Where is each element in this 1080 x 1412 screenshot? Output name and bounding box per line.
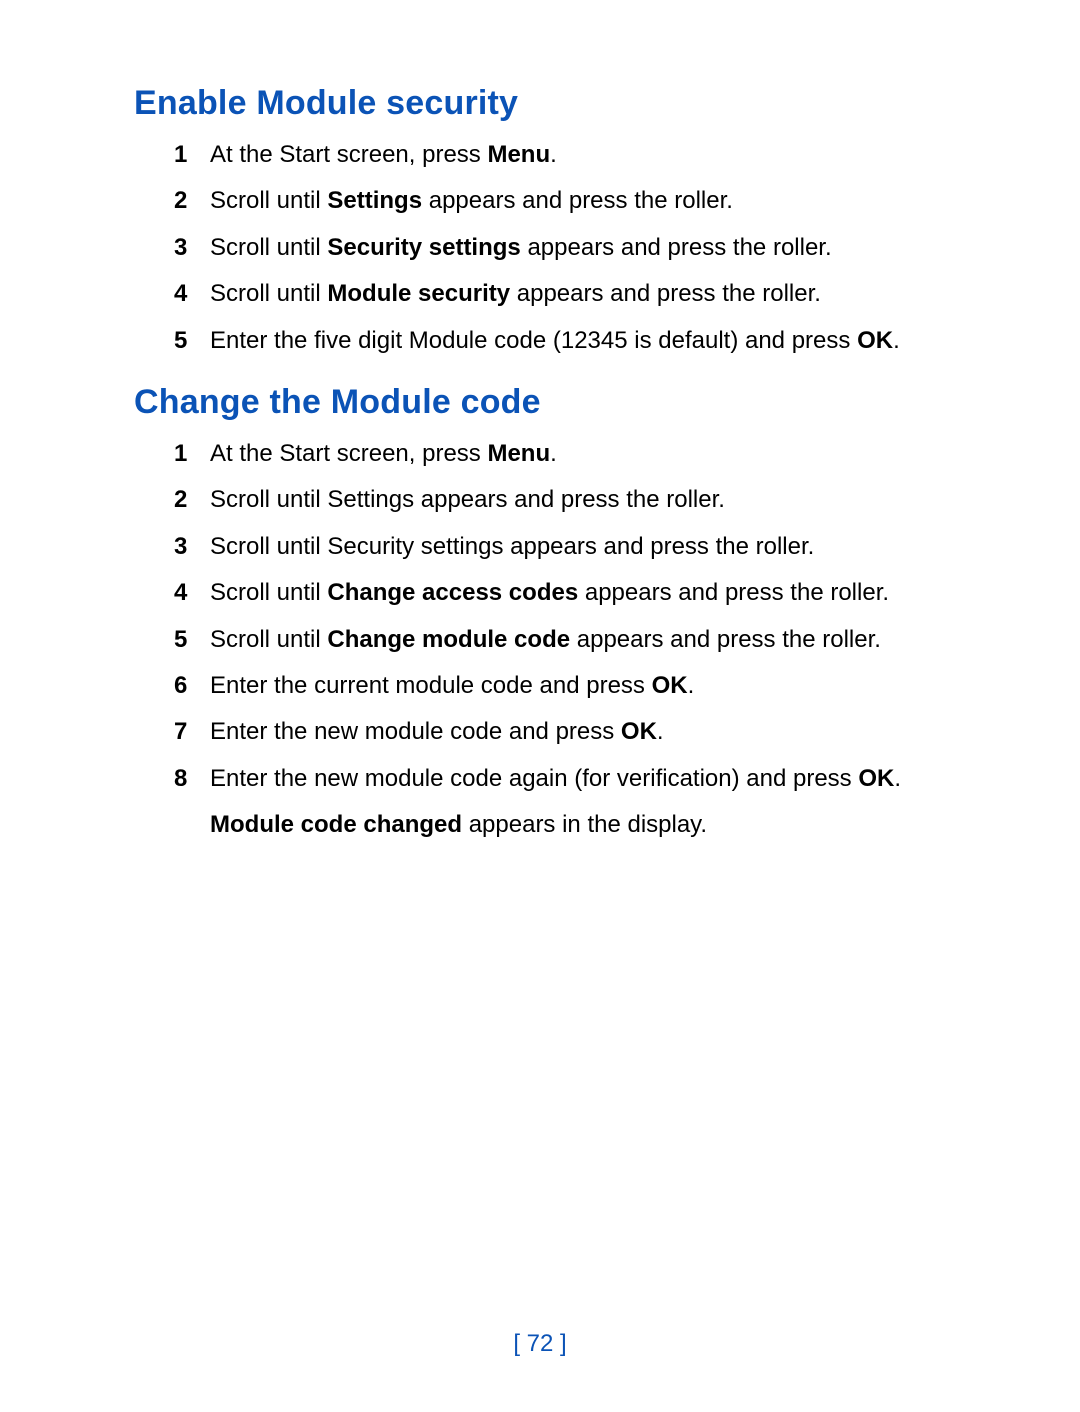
list-item: Enter the current module code and press … xyxy=(174,670,960,702)
step-text: Scroll until Module security appears and… xyxy=(210,280,821,307)
list-item: Scroll until Settings appears and press … xyxy=(174,484,960,516)
steps-change-module-code: At the Start screen, press Menu. Scroll … xyxy=(174,438,960,842)
step-text: Enter the current module code and press … xyxy=(210,672,694,699)
list-item: At the Start screen, press Menu. xyxy=(174,438,960,470)
step-text: Scroll until Change module code appears … xyxy=(210,626,881,653)
list-item: At the Start screen, press Menu. xyxy=(174,139,960,171)
list-item: Scroll until Settings appears and press … xyxy=(174,185,960,217)
steps-enable-module-security: At the Start screen, press Menu. Scroll … xyxy=(174,139,960,357)
page-number: [ 72 ] xyxy=(0,1330,1080,1358)
step-text: Scroll until Change access codes appears… xyxy=(210,579,889,606)
step-text: Scroll until Settings appears and press … xyxy=(210,486,725,513)
list-item: Scroll until Security settings appears a… xyxy=(174,531,960,563)
step-text: At the Start screen, press Menu. xyxy=(210,141,557,168)
heading-enable-module-security: Enable Module security xyxy=(134,84,960,123)
document-page: Enable Module security At the Start scre… xyxy=(0,0,1080,1412)
list-item: Scroll until Security settings appears a… xyxy=(174,232,960,264)
step-text: Enter the five digit Module code (12345 … xyxy=(210,327,900,354)
step-text: Enter the new module code again (for ver… xyxy=(210,765,901,792)
step-text: At the Start screen, press Menu. xyxy=(210,440,557,467)
step-text: Scroll until Security settings appears a… xyxy=(210,533,814,560)
heading-change-module-code: Change the Module code xyxy=(134,383,960,422)
step-text: Scroll until Settings appears and press … xyxy=(210,187,733,214)
step-text: Scroll until Security settings appears a… xyxy=(210,234,832,261)
list-item: Enter the five digit Module code (12345 … xyxy=(174,325,960,357)
list-item: Enter the new module code and press OK. xyxy=(174,716,960,748)
list-item: Scroll until Change module code appears … xyxy=(174,624,960,656)
list-item: Scroll until Module security appears and… xyxy=(174,278,960,310)
step-text: Enter the new module code and press OK. xyxy=(210,718,664,745)
list-item: Enter the new module code again (for ver… xyxy=(174,763,960,842)
step-extra-text: Module code changed appears in the displ… xyxy=(210,809,960,841)
list-item: Scroll until Change access codes appears… xyxy=(174,577,960,609)
